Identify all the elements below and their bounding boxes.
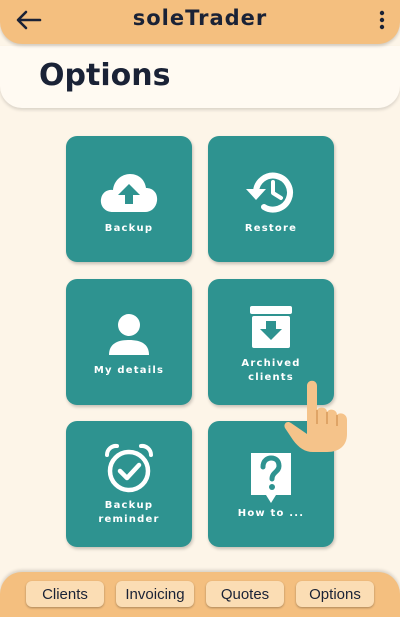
tile-label: Restore <box>244 223 298 234</box>
help-question-icon <box>251 453 291 503</box>
tile-label: How to ... <box>237 508 305 519</box>
tile-label: My details <box>93 365 165 376</box>
person-icon <box>109 314 149 355</box>
my-details-tile[interactable]: My details <box>66 279 192 405</box>
backup-reminder-tile[interactable]: Backup reminder <box>66 421 192 547</box>
nav-quotes-button[interactable]: Quotes <box>206 581 284 607</box>
tile-label: Backup reminder <box>98 500 160 525</box>
app-title: soleTrader <box>132 6 268 30</box>
page-title: Options <box>39 58 171 93</box>
page-header: Options <box>0 46 400 108</box>
bottom-navigation-bar: Clients Invoicing Quotes Options <box>0 572 400 617</box>
alarm-clock-check-icon <box>104 443 154 493</box>
nav-options-button[interactable]: Options <box>296 581 374 607</box>
app-screen: soleTrader Options Backup Restore My det… <box>0 0 400 617</box>
nav-clients-button[interactable]: Clients <box>26 581 104 607</box>
nav-invoicing-button[interactable]: Invoicing <box>116 581 194 607</box>
archive-box-icon <box>250 306 292 348</box>
top-app-bar: soleTrader <box>0 0 400 44</box>
pointing-hand-icon <box>284 380 347 452</box>
backup-tile[interactable]: Backup <box>66 136 192 262</box>
restore-tile[interactable]: Restore <box>208 136 334 262</box>
restore-history-icon <box>246 172 293 213</box>
overflow-menu-icon[interactable] <box>376 9 388 33</box>
tile-label: Backup <box>104 223 154 234</box>
cloud-upload-icon <box>100 174 158 212</box>
